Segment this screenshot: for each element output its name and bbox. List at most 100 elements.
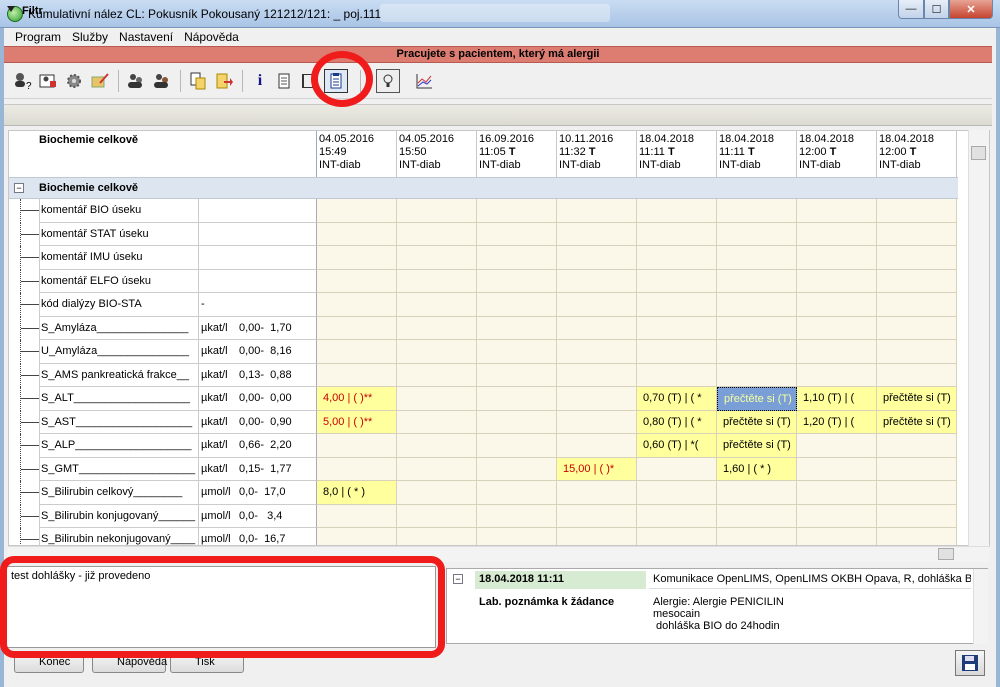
result-cell[interactable] bbox=[797, 222, 877, 246]
table-row[interactable]: S_ALT___________________ µkat/l 0,00- 0,00… bbox=[9, 387, 958, 411]
result-cell[interactable] bbox=[717, 340, 797, 364]
result-cell[interactable] bbox=[477, 363, 557, 387]
result-cell[interactable] bbox=[397, 293, 477, 317]
document-icon[interactable] bbox=[272, 69, 296, 93]
edit-icon[interactable] bbox=[88, 69, 112, 93]
result-cell[interactable]: přečtěte si (T) bbox=[717, 387, 797, 411]
filter-bar[interactable] bbox=[4, 104, 992, 126]
result-cell[interactable] bbox=[717, 363, 797, 387]
result-cell[interactable] bbox=[877, 293, 957, 317]
result-cell[interactable]: přečtěte si (T) bbox=[717, 410, 797, 434]
date-column-header[interactable]: 16.09.2016 11:05 T INT-diab bbox=[477, 131, 557, 177]
table-row[interactable]: S_ALP___________________ µkat/l 0,66- 2,20… bbox=[9, 434, 958, 458]
result-cell[interactable] bbox=[397, 199, 477, 223]
result-cell[interactable] bbox=[477, 410, 557, 434]
result-cell[interactable] bbox=[717, 222, 797, 246]
result-cell[interactable] bbox=[557, 387, 637, 411]
result-cell[interactable] bbox=[797, 457, 877, 481]
result-cell[interactable]: přečtěte si (T) bbox=[877, 410, 957, 434]
result-cell[interactable] bbox=[317, 434, 397, 458]
result-cell[interactable]: 1,60 | ( * ) bbox=[717, 457, 797, 481]
maximize-button[interactable]: ☐ bbox=[924, 0, 949, 19]
result-cell[interactable] bbox=[877, 363, 957, 387]
result-cell[interactable] bbox=[557, 434, 637, 458]
result-cell[interactable] bbox=[637, 363, 717, 387]
result-cell[interactable] bbox=[877, 504, 957, 528]
result-cell[interactable] bbox=[717, 293, 797, 317]
result-cell[interactable] bbox=[637, 222, 717, 246]
result-cell[interactable] bbox=[637, 481, 717, 505]
result-cell[interactable] bbox=[397, 457, 477, 481]
section-row[interactable]: − Biochemie celkově bbox=[9, 177, 958, 199]
table-row[interactable]: S_AST___________________ µkat/l 0,00- 0,90… bbox=[9, 410, 958, 434]
result-cell[interactable] bbox=[317, 457, 397, 481]
result-cell[interactable] bbox=[877, 246, 957, 270]
result-cell[interactable] bbox=[717, 316, 797, 340]
result-cell[interactable]: 1,20 (T) | ( bbox=[797, 410, 877, 434]
result-cell[interactable] bbox=[877, 481, 957, 505]
result-cell[interactable] bbox=[397, 387, 477, 411]
result-cell[interactable] bbox=[797, 246, 877, 270]
result-cell[interactable] bbox=[477, 316, 557, 340]
result-cell[interactable] bbox=[557, 528, 637, 545]
result-cell[interactable] bbox=[797, 481, 877, 505]
result-cell[interactable] bbox=[397, 316, 477, 340]
vertical-scroll-thumb[interactable] bbox=[971, 146, 986, 160]
menu-services[interactable]: Služby bbox=[67, 30, 113, 44]
result-cell[interactable] bbox=[637, 293, 717, 317]
result-cell[interactable] bbox=[637, 269, 717, 293]
collapse-icon[interactable]: − bbox=[453, 574, 463, 584]
result-cell[interactable] bbox=[717, 199, 797, 223]
table-row[interactable]: S_Bilirubin celkový________ µmol/l 0,0- 17… bbox=[9, 481, 958, 505]
collapse-icon[interactable]: − bbox=[14, 183, 24, 193]
users-icon[interactable] bbox=[124, 69, 148, 93]
result-cell[interactable] bbox=[797, 316, 877, 340]
result-cell[interactable] bbox=[797, 363, 877, 387]
result-cell[interactable] bbox=[877, 434, 957, 458]
result-cell[interactable] bbox=[557, 293, 637, 317]
date-column-header[interactable]: 18.04.2018 12:00 T INT-diab bbox=[877, 131, 957, 177]
result-cell[interactable] bbox=[397, 222, 477, 246]
users-alt-icon[interactable] bbox=[150, 69, 174, 93]
result-cell[interactable] bbox=[637, 528, 717, 545]
date-column-header[interactable]: 18.04.2018 11:11 T INT-diab bbox=[637, 131, 717, 177]
result-cell[interactable] bbox=[317, 316, 397, 340]
result-cell[interactable] bbox=[877, 222, 957, 246]
date-column-header[interactable]: 04.05.2016 15:49 INT-diab bbox=[317, 131, 397, 177]
result-cell[interactable] bbox=[477, 222, 557, 246]
result-cell[interactable] bbox=[557, 340, 637, 364]
result-cell[interactable]: 1,10 (T) | ( bbox=[797, 387, 877, 411]
result-cell[interactable] bbox=[877, 528, 957, 545]
date-column-header[interactable]: 18.04.2018 12:00 T INT-diab bbox=[797, 131, 877, 177]
result-cell[interactable] bbox=[637, 340, 717, 364]
result-cell[interactable] bbox=[397, 504, 477, 528]
result-cell[interactable] bbox=[557, 504, 637, 528]
result-cell[interactable] bbox=[797, 199, 877, 223]
result-cell[interactable] bbox=[797, 269, 877, 293]
result-cell[interactable] bbox=[397, 410, 477, 434]
result-cell[interactable] bbox=[637, 316, 717, 340]
result-cell[interactable] bbox=[717, 528, 797, 545]
result-cell[interactable]: 15,00 | ( )* bbox=[557, 457, 637, 481]
result-cell[interactable] bbox=[477, 293, 557, 317]
table-row[interactable]: S_AMS pankreatická frakce__ µkat/l 0,13- 0… bbox=[9, 363, 958, 387]
result-cell[interactable] bbox=[477, 528, 557, 545]
result-cell[interactable] bbox=[637, 457, 717, 481]
result-cell[interactable] bbox=[477, 199, 557, 223]
result-cell[interactable] bbox=[637, 199, 717, 223]
result-cell[interactable]: přečtěte si (T) bbox=[877, 387, 957, 411]
table-row[interactable]: S_Bilirubin konjugovaný______ µmol/l 0,0- … bbox=[9, 504, 958, 528]
result-cell[interactable] bbox=[397, 269, 477, 293]
result-cell[interactable] bbox=[397, 246, 477, 270]
result-cell[interactable] bbox=[557, 316, 637, 340]
lightbulb-icon[interactable] bbox=[376, 69, 400, 93]
result-cell[interactable] bbox=[397, 363, 477, 387]
table-row[interactable]: U_Amyláza_______________ µkat/l 0,00- 8,16 bbox=[9, 340, 958, 364]
result-cell[interactable]: 4,00 | ( )** bbox=[317, 387, 397, 411]
close-button[interactable]: ✕ bbox=[949, 0, 993, 19]
patient-search-icon[interactable]: ? bbox=[10, 69, 34, 93]
date-column-header[interactable]: 04.05.2016 15:50 INT-diab bbox=[397, 131, 477, 177]
note-scrollbar[interactable] bbox=[973, 569, 988, 644]
copy-icon[interactable] bbox=[186, 69, 210, 93]
result-cell[interactable] bbox=[317, 363, 397, 387]
